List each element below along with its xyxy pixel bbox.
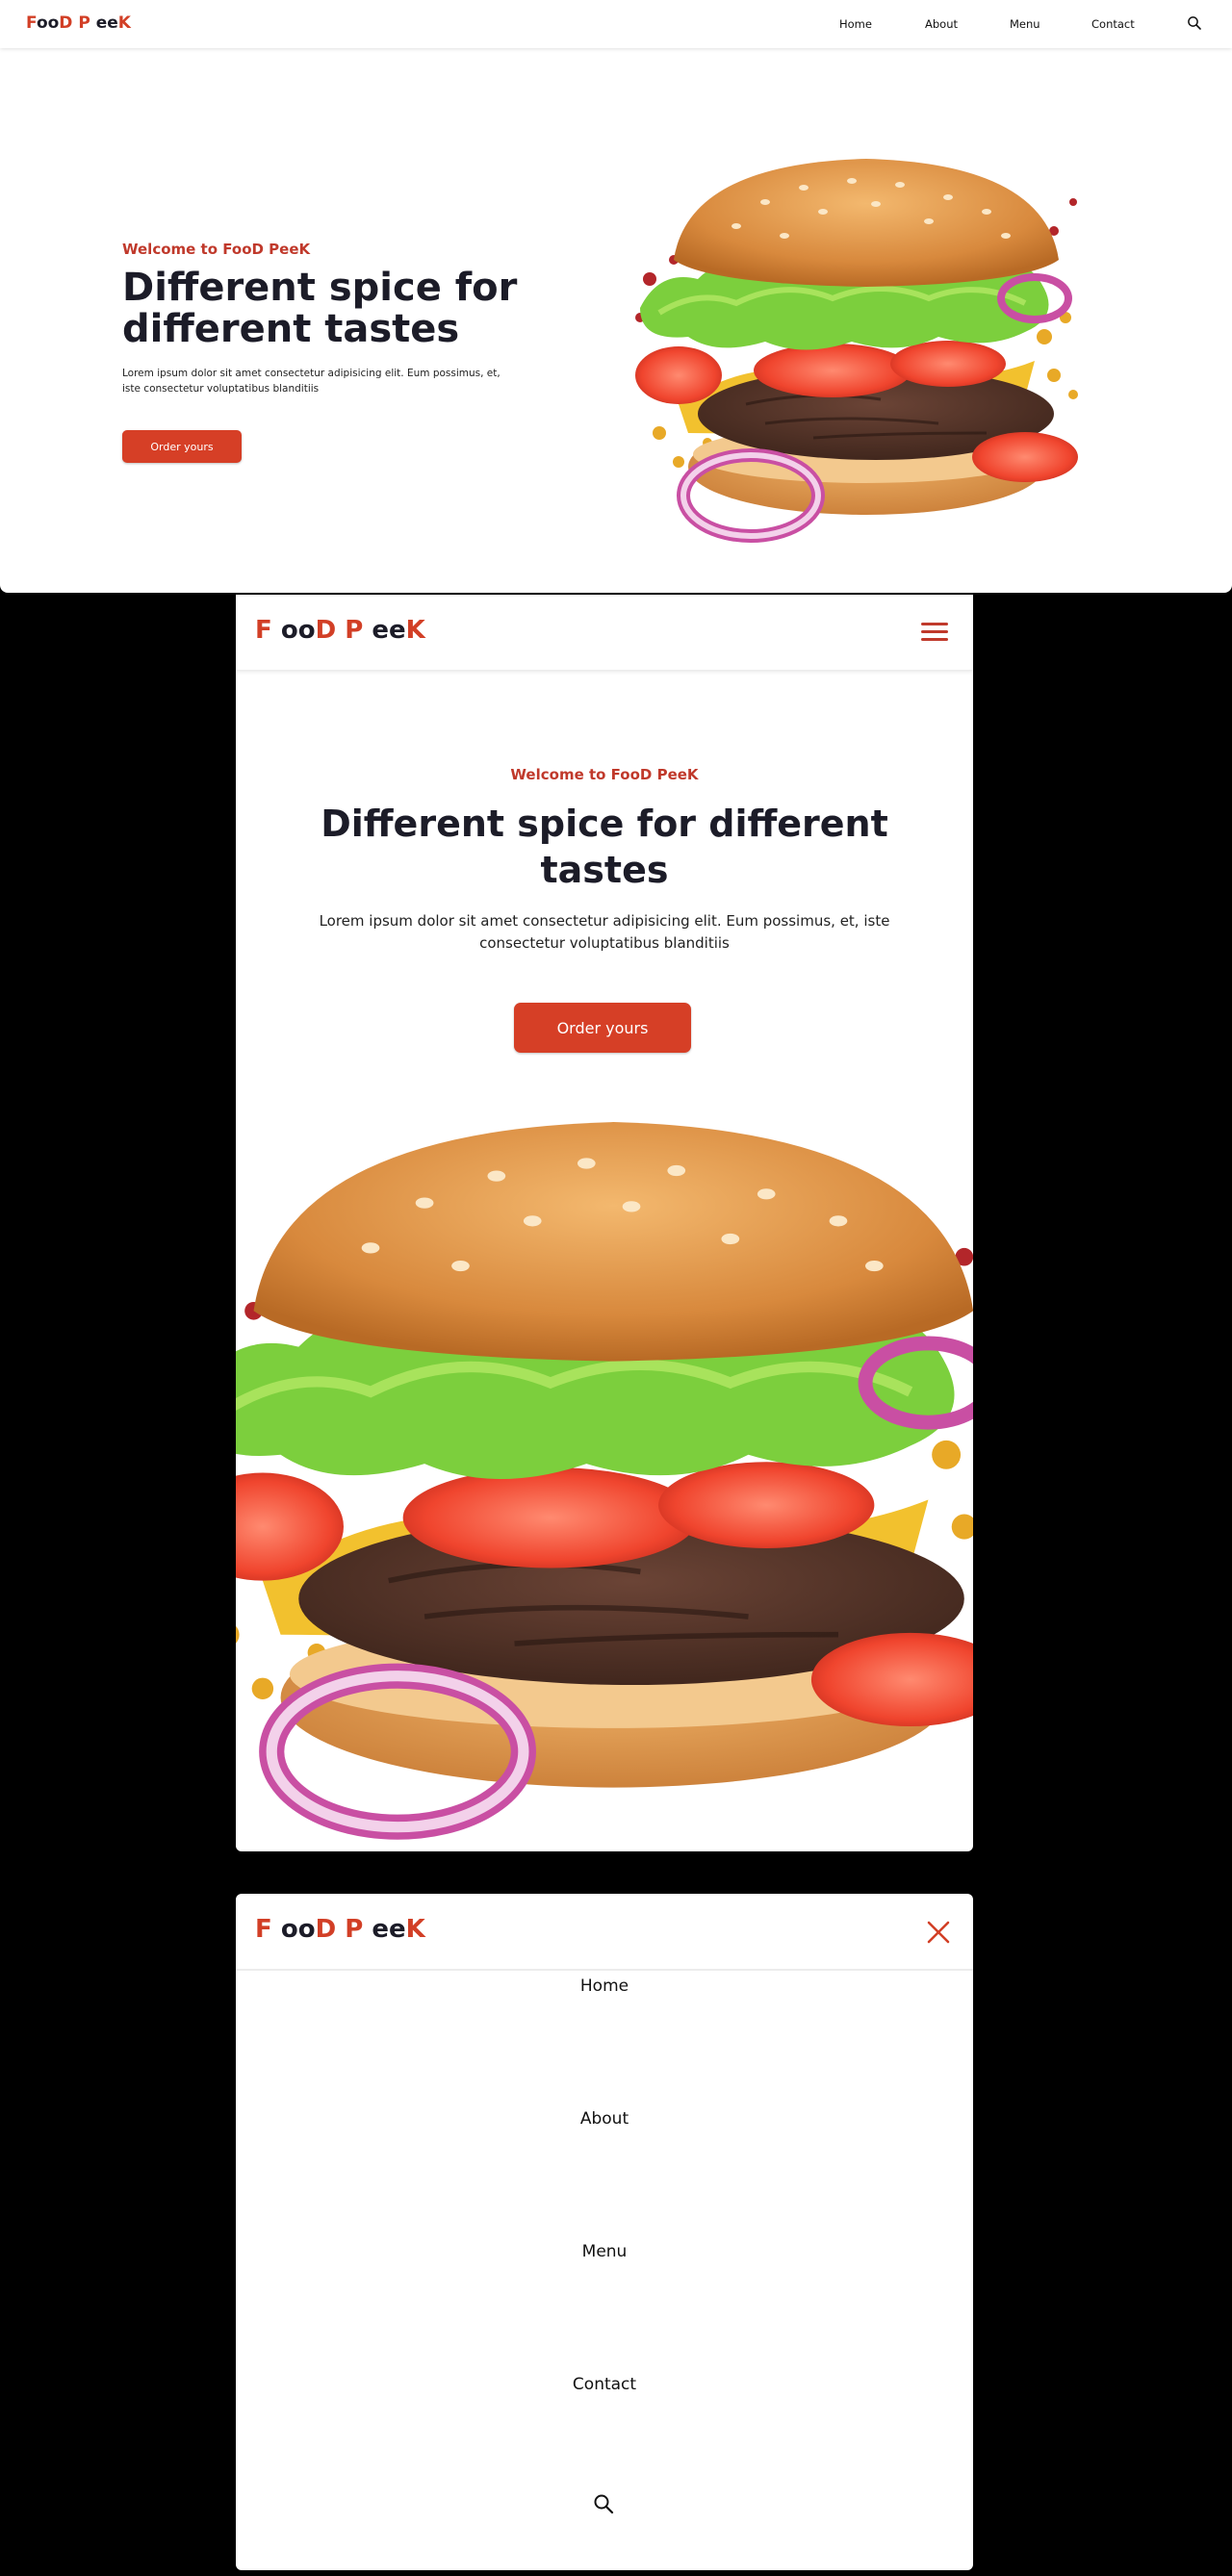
order-button[interactable]: Order yours <box>122 430 242 463</box>
mobile-menu-navbar: F ooD P eeK <box>236 1894 973 1969</box>
mobile-menu-view: F ooD P eeK Home About Menu Contact <box>236 1894 973 2570</box>
hero-welcome: Welcome to FooD PeeK <box>122 241 311 258</box>
brand-logo[interactable]: F ooD P eeK <box>255 616 425 645</box>
mobile-nav-menu[interactable]: Menu <box>236 2242 973 2261</box>
brand-logo[interactable]: F ooD P eeK <box>255 1915 425 1944</box>
desktop-nav-links: Home About Menu Contact <box>0 17 1232 37</box>
search-icon[interactable] <box>592 2492 615 2515</box>
nav-link-home[interactable]: Home <box>839 17 872 31</box>
divider <box>236 1969 973 1971</box>
nav-link-menu[interactable]: Menu <box>1010 17 1040 31</box>
nav-link-contact[interactable]: Contact <box>1091 17 1135 31</box>
hero-headline: Different spice for different tastes <box>321 803 888 891</box>
hero-description: Lorem ipsum dolor sit amet consectetur a… <box>319 912 890 952</box>
mobile-nav-home[interactable]: Home <box>236 1977 973 1996</box>
nav-link-about[interactable]: About <box>925 17 958 31</box>
tablet-view: F ooD P eeK Welcome to FooD PeeK Differe… <box>236 595 973 1851</box>
hero-welcome: Welcome to FooD PeeK <box>510 766 699 783</box>
mobile-nav-contact[interactable]: Contact <box>236 2375 973 2394</box>
desktop-view: FooD P eeK Home About Menu Contact Welco… <box>0 0 1232 593</box>
tablet-navbar: F ooD P eeK <box>236 595 973 670</box>
burger-image <box>236 1095 973 1850</box>
hero-headline: Different spice for different tastes <box>122 266 518 351</box>
burger-image <box>616 144 1107 548</box>
mobile-nav-about[interactable]: About <box>236 2109 973 2129</box>
search-icon[interactable] <box>1187 15 1202 31</box>
hero-description: Lorem ipsum dolor sit amet consectetur a… <box>122 368 500 395</box>
order-button[interactable]: Order yours <box>514 1003 691 1053</box>
hamburger-menu-icon[interactable] <box>921 621 950 644</box>
close-icon[interactable] <box>926 1920 951 1945</box>
desktop-navbar: FooD P eeK Home About Menu Contact <box>0 0 1232 48</box>
